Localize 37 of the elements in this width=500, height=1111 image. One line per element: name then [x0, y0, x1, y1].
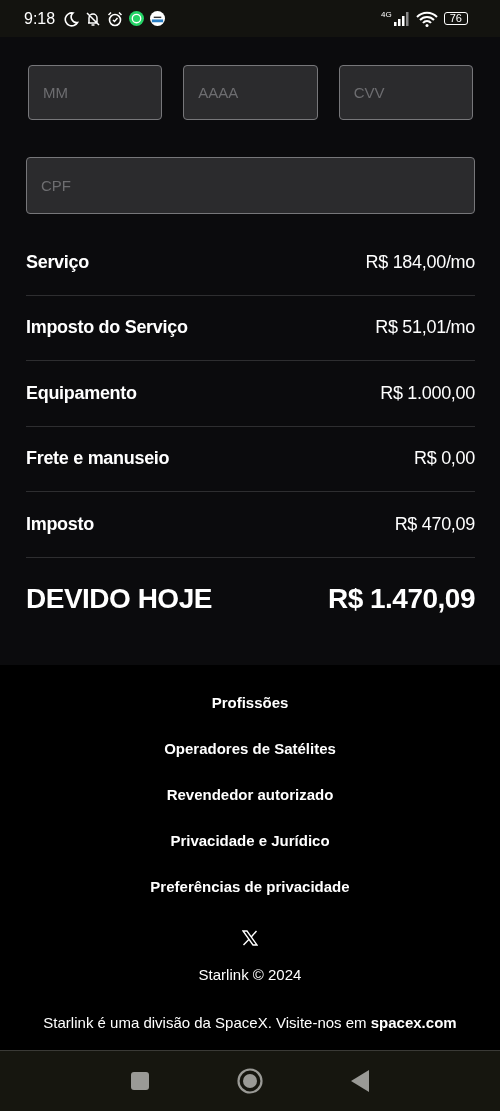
footer-link[interactable]: Operadores de Satélites [164, 738, 336, 784]
summary-label: Equipamento [26, 382, 137, 404]
cpf-field[interactable]: CPF [26, 157, 475, 214]
date-field[interactable]: MM [28, 65, 163, 120]
footer-note: Starlink é uma divisão da SpaceX. Visite-nos em spacex.com [43, 1013, 457, 1033]
clock-time: 9:18 [24, 9, 56, 28]
summary-label: Imposto do Serviço [26, 317, 188, 339]
summary-label: Frete e manuseio [26, 448, 170, 470]
shop-app-icon [150, 11, 166, 26]
footer-link[interactable]: Preferências de privacidade [150, 876, 350, 922]
battery-level: 76 [443, 12, 468, 25]
summary-value: R$ 0,00 [414, 448, 475, 470]
footer-link[interactable]: Privacidade e Jurídico [170, 830, 330, 876]
footer-link[interactable]: Revendedor autorizado [166, 784, 334, 830]
home-icon[interactable] [237, 1068, 263, 1094]
summary-value: R$ 51,01/mo [375, 317, 475, 339]
summary-label: Imposto [26, 513, 94, 535]
wifi-icon [415, 10, 438, 27]
footer-link[interactable]: Profissões [211, 692, 289, 738]
chat-app-icon [129, 11, 145, 26]
date-field[interactable]: CVV [338, 65, 473, 120]
summary-value: R$ 470,09 [394, 513, 475, 535]
signal-icon [393, 11, 410, 26]
total-value: R$ 1.470,09 [327, 582, 475, 615]
muted-bell-icon [85, 10, 102, 27]
copyright-text: Starlink © 2024 [198, 966, 302, 985]
alarm-icon [107, 10, 124, 27]
spacex-link[interactable]: spacex.com [370, 1014, 457, 1031]
moon-icon [63, 10, 80, 27]
summary-value: R$ 1.000,00 [380, 382, 475, 404]
back-icon[interactable] [351, 1070, 369, 1092]
x-logo-icon[interactable] [242, 930, 258, 946]
summary-label: Serviço [26, 251, 89, 273]
date-field[interactable]: AAAA [183, 65, 318, 120]
total-label: DEVIDO HOJE [26, 582, 212, 615]
network-type: 4G [381, 10, 392, 19]
summary-value: R$ 184,00/mo [365, 251, 475, 273]
